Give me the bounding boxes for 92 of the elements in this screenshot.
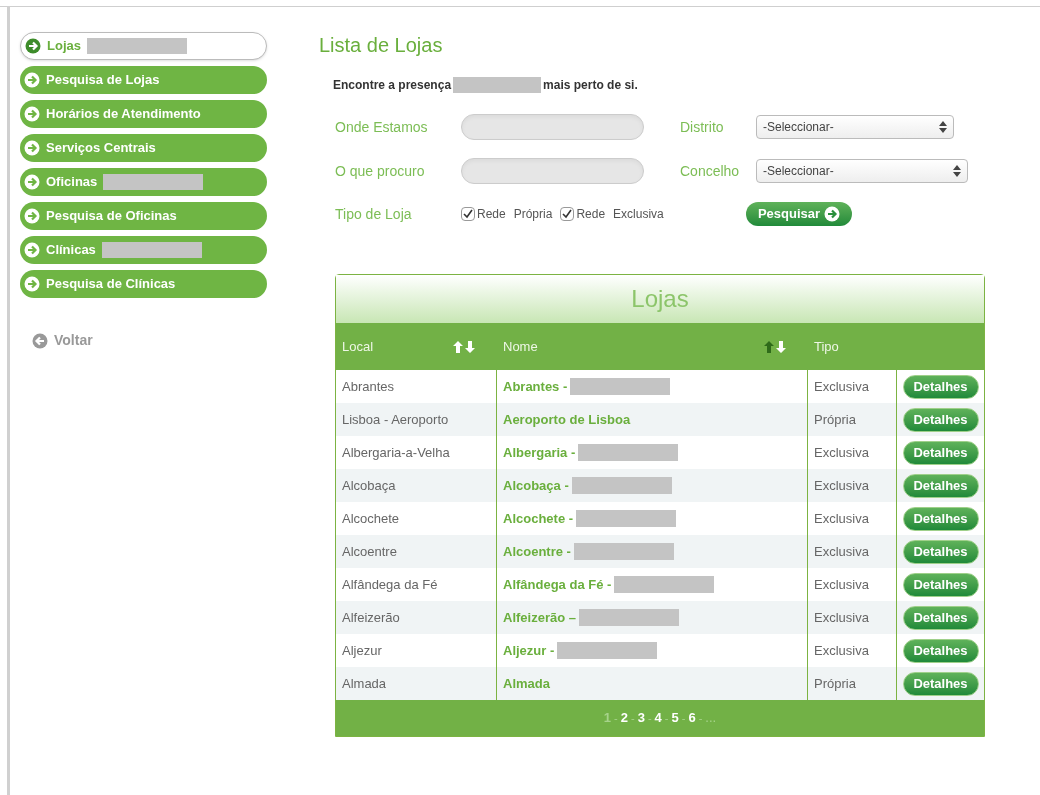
field-label: Tipo de Loja [335,204,413,224]
arrow-right-icon [24,208,40,224]
checkbox-label: Própria [513,206,553,223]
store-link[interactable]: Abrantes - [503,376,568,397]
store-link[interactable]: Alfeizerão – [503,607,576,628]
column-header[interactable]: Local [336,323,497,370]
search-button[interactable]: Pesquisar [746,202,852,226]
arrow-down-icon[interactable] [776,340,786,353]
arrow-down-icon[interactable] [465,340,475,353]
column-header[interactable]: Nome [497,323,808,370]
intro-text: mais perto de si. [543,77,638,94]
page-link[interactable]: 3 [637,708,645,728]
select-arrows-icon [939,121,947,133]
checkbox-label: Rede [576,206,606,223]
table-cell: Exclusiva [808,601,897,634]
table-cell: Alcobaça [336,469,497,502]
details-button[interactable]: Detalhes [902,374,979,399]
select-field[interactable]: -Seleccionar- [756,115,954,139]
checkbox-label: Rede [477,206,506,223]
store-link[interactable]: Alcoentre - [503,541,571,562]
store-link[interactable]: Albergaria - [503,442,576,463]
sidebar-item[interactable]: Serviços Centrais [20,134,267,162]
page-link[interactable]: 4 [654,708,662,728]
field-label: Distrito [679,117,725,137]
sidebar-item[interactable]: Oficinas [20,168,267,196]
details-button[interactable]: Detalhes [902,539,979,564]
arrow-left-icon [32,332,48,349]
sidebar-item[interactable]: Horários de Atendimento [20,100,267,128]
intro-text: Encontre a presença [333,77,452,94]
store-link[interactable]: Alcochete - [503,508,574,529]
check-icon [562,209,573,219]
sidebar-item[interactable]: Pesquisa de Oficinas [20,202,267,230]
checkbox-label: Exclusiva [613,206,664,223]
page-separator: - [664,710,669,726]
arrow-up-icon[interactable] [453,340,463,353]
details-button[interactable]: Detalhes [902,638,979,663]
checkbox[interactable] [461,207,475,221]
input-field[interactable] [461,158,644,184]
page-separator: - [698,710,703,726]
page-link[interactable]: 1 [603,708,612,728]
select-arrows-icon [953,165,961,177]
column-header[interactable]: Tipo [808,323,897,370]
select-field[interactable]: -Seleccionar- [756,159,968,183]
details-button[interactable]: Detalhes [902,506,979,531]
field-label: O que procuro [335,161,426,181]
details-button[interactable]: Detalhes [902,671,979,696]
store-link[interactable]: Alfândega da Fé - [503,574,612,595]
arrow-right-icon [24,242,40,258]
table-title: Lojas [336,275,984,323]
details-button[interactable]: Detalhes [902,407,979,432]
page-separator: - [647,710,652,726]
arrow-right-icon [24,140,40,156]
details-button[interactable]: Detalhes [902,440,979,465]
field-label: Concelho [679,161,741,181]
table-cell: Alcoentre [336,535,497,568]
field-label: Onde Estamos [335,117,429,137]
page-link[interactable]: 2 [620,708,628,728]
page-title: Lista de Lojas [319,33,444,58]
more-pages: ... [705,709,717,728]
table-cell: Exclusiva [808,535,897,568]
sidebar-item[interactable]: Clínicas [20,236,267,264]
store-link[interactable]: Aljezur - [503,640,555,661]
sidebar-item[interactable]: Lojas [20,32,267,60]
checkbox[interactable] [560,207,575,221]
store-link[interactable]: Alcobaça - [503,475,569,496]
table-cell: Própria [808,403,897,436]
table-cell: Almada [336,667,497,700]
details-button[interactable]: Detalhes [902,572,979,597]
page-separator: - [681,710,686,726]
check-icon [463,209,473,219]
arrow-right-icon [24,106,40,122]
table-cell: Lisboa - Aeroporto [336,403,497,436]
page-separator: - [614,710,618,726]
page-separator: - [631,710,635,726]
details-button[interactable]: Detalhes [902,473,979,498]
table-cell: Própria [808,667,897,700]
store-link[interactable]: Almada [503,673,550,694]
arrow-right-icon [25,38,41,54]
input-field[interactable] [461,114,644,140]
arrow-right-icon [24,276,40,292]
arrow-right-icon [824,206,841,222]
table-cell: Alfeizerão [336,601,497,634]
page-link[interactable]: 5 [671,708,679,728]
table-cell: Exclusiva [808,469,897,502]
details-button[interactable]: Detalhes [902,605,979,630]
arrow-right-icon [24,72,40,88]
back-link[interactable]: Voltar [32,330,267,351]
sidebar-item[interactable]: Pesquisa de Lojas [20,66,267,94]
arrow-up-icon[interactable] [764,340,774,353]
sidebar-item[interactable]: Pesquisa de Clínicas [20,270,267,298]
page-link[interactable]: 6 [688,708,696,728]
arrow-right-icon [24,174,40,190]
